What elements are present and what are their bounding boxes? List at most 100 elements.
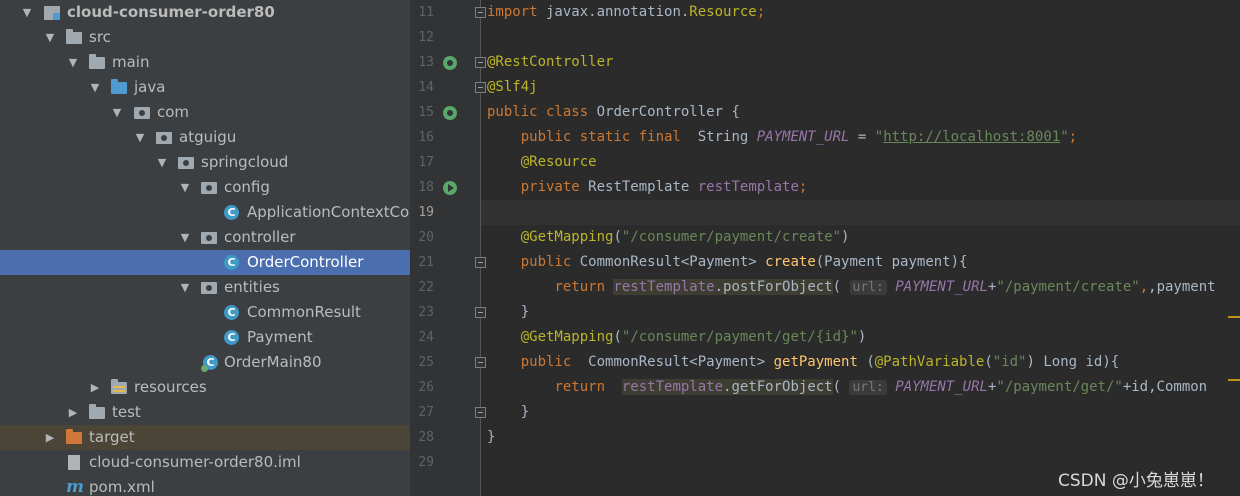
spring-bean-icon[interactable] (443, 56, 457, 70)
chevron-down-icon[interactable]: ▼ (178, 175, 192, 200)
tree-node-controller[interactable]: ▼ controller (0, 225, 410, 250)
tree-node-src[interactable]: ▼ src (0, 25, 410, 50)
tree-node-springcloud[interactable]: ▼ springcloud (0, 150, 410, 175)
ide-window: ▼ cloud-consumer-order80 ▼ src ▼ main ▼ … (0, 0, 1240, 496)
code-line-17: @Resource (520, 154, 597, 170)
line-number: 22 (418, 280, 434, 295)
tree-node-main[interactable]: ▼ main (0, 50, 410, 75)
folder-icon (66, 29, 84, 46)
fold-icon[interactable] (475, 307, 486, 318)
fold-icon[interactable] (475, 407, 486, 418)
code-line-24: @GetMapping("/consumer/payment/get/{id}"… (520, 329, 867, 345)
line-number: 18 (418, 180, 434, 195)
line-number: 20 (418, 230, 434, 245)
module-icon (44, 4, 62, 21)
package-icon (201, 229, 219, 246)
folder-icon (89, 54, 107, 71)
line-number-current: 19 (418, 205, 434, 220)
package-icon (156, 129, 174, 146)
tree-node-atguigu[interactable]: ▼ atguigu (0, 125, 410, 150)
line-number: 27 (418, 405, 434, 420)
navigate-to-bean-icon[interactable] (443, 181, 457, 195)
line-number: 29 (418, 455, 434, 470)
code-line-20: @GetMapping("/consumer/payment/create") (520, 229, 850, 245)
class-icon: C (224, 254, 242, 271)
parameter-hint: url: (849, 280, 887, 295)
line-number: 21 (418, 255, 434, 270)
code-line-22: return restTemplate.postForObject( url: … (554, 279, 1216, 295)
line-number: 28 (418, 430, 434, 445)
code-line-28: } (487, 429, 496, 445)
tree-node-pom-xml[interactable]: m pom.xml (0, 475, 410, 496)
line-number: 24 (418, 330, 434, 345)
source-folder-icon (111, 79, 129, 96)
package-icon (134, 104, 152, 121)
tree-node-ordercontroller[interactable]: C OrderController (0, 250, 410, 275)
package-icon (178, 154, 196, 171)
tree-node-java[interactable]: ▼ java (0, 75, 410, 100)
gutter-divider (480, 0, 481, 496)
line-number: 17 (418, 155, 434, 170)
line-number: 11 (418, 5, 434, 20)
code-line-11: import javax.annotation.Resource; (487, 4, 766, 20)
chevron-down-icon[interactable]: ▼ (66, 50, 80, 75)
line-number: 25 (418, 355, 434, 370)
resources-folder-icon (111, 379, 129, 396)
folder-icon (89, 404, 107, 421)
code-line-15: public class OrderController { (487, 104, 740, 120)
watermark: CSDN @小兔崽崽！ (1058, 471, 1214, 491)
project-tree-panel: ▼ cloud-consumer-order80 ▼ src ▼ main ▼ … (0, 0, 410, 496)
chevron-right-icon[interactable]: ▶ (43, 425, 57, 450)
chevron-down-icon[interactable]: ▼ (178, 275, 192, 300)
code-line-26: return restTemplate.getForObject( url: P… (554, 379, 1208, 395)
class-icon: C (224, 329, 242, 346)
tree-node-resources[interactable]: ▶ resources (0, 375, 410, 400)
chevron-down-icon[interactable]: ▼ (20, 0, 34, 25)
tree-node-target[interactable]: ▶ target (0, 425, 410, 450)
tree-node-iml-file[interactable]: cloud-consumer-order80.iml (0, 450, 410, 475)
spring-boot-main-class-icon: C (201, 354, 221, 372)
tree-node-applicationcontextconfig[interactable]: C ApplicationContextCo (0, 200, 410, 225)
line-number: 12 (418, 30, 434, 45)
package-icon (201, 179, 219, 196)
tree-node-module[interactable]: ▼ cloud-consumer-order80 (0, 0, 410, 25)
iml-file-icon (66, 454, 84, 471)
class-icon: C (224, 304, 242, 321)
spring-bean-icon[interactable] (443, 106, 457, 120)
class-icon: C (224, 204, 242, 221)
code-line-21: public CommonResult<Payment> create(Paym… (520, 254, 968, 270)
error-stripe-marker[interactable] (1228, 379, 1240, 381)
fold-icon[interactable] (475, 82, 486, 93)
line-number: 26 (418, 380, 434, 395)
fold-icon[interactable] (475, 357, 486, 368)
parameter-hint: url: (849, 380, 887, 395)
chevron-right-icon[interactable]: ▶ (66, 400, 80, 425)
chevron-down-icon[interactable]: ▼ (88, 75, 102, 100)
error-stripe-marker[interactable] (1228, 316, 1240, 318)
code-line-23: } (520, 304, 530, 320)
code-line-16: public static final String PAYMENT_URL =… (520, 129, 1078, 145)
chevron-down-icon[interactable]: ▼ (43, 25, 57, 50)
tree-node-commonresult[interactable]: C CommonResult (0, 300, 410, 325)
chevron-right-icon[interactable]: ▶ (88, 375, 102, 400)
fold-icon[interactable] (475, 7, 486, 18)
tree-node-ordermain80[interactable]: C OrderMain80 (0, 350, 410, 375)
chevron-down-icon[interactable]: ▼ (133, 125, 147, 150)
line-number: 23 (418, 305, 434, 320)
tree-node-test[interactable]: ▶ test (0, 400, 410, 425)
excluded-folder-icon (66, 429, 84, 446)
tree-node-com[interactable]: ▼ com (0, 100, 410, 125)
tree-node-entities[interactable]: ▼ entities (0, 275, 410, 300)
tree-node-config[interactable]: ▼ config (0, 175, 410, 200)
code-editor[interactable]: import javax.annotation.Resource; @RestC… (487, 0, 1240, 496)
fold-icon[interactable] (475, 57, 486, 68)
package-icon (201, 279, 219, 296)
chevron-down-icon[interactable]: ▼ (155, 150, 169, 175)
tree-node-payment[interactable]: C Payment (0, 325, 410, 350)
chevron-down-icon[interactable]: ▼ (110, 100, 124, 125)
chevron-down-icon[interactable]: ▼ (178, 225, 192, 250)
code-line-14: @Slf4j (487, 79, 538, 95)
maven-icon: m (66, 477, 84, 496)
code-line-27: } (520, 404, 530, 420)
fold-icon[interactable] (475, 257, 486, 268)
